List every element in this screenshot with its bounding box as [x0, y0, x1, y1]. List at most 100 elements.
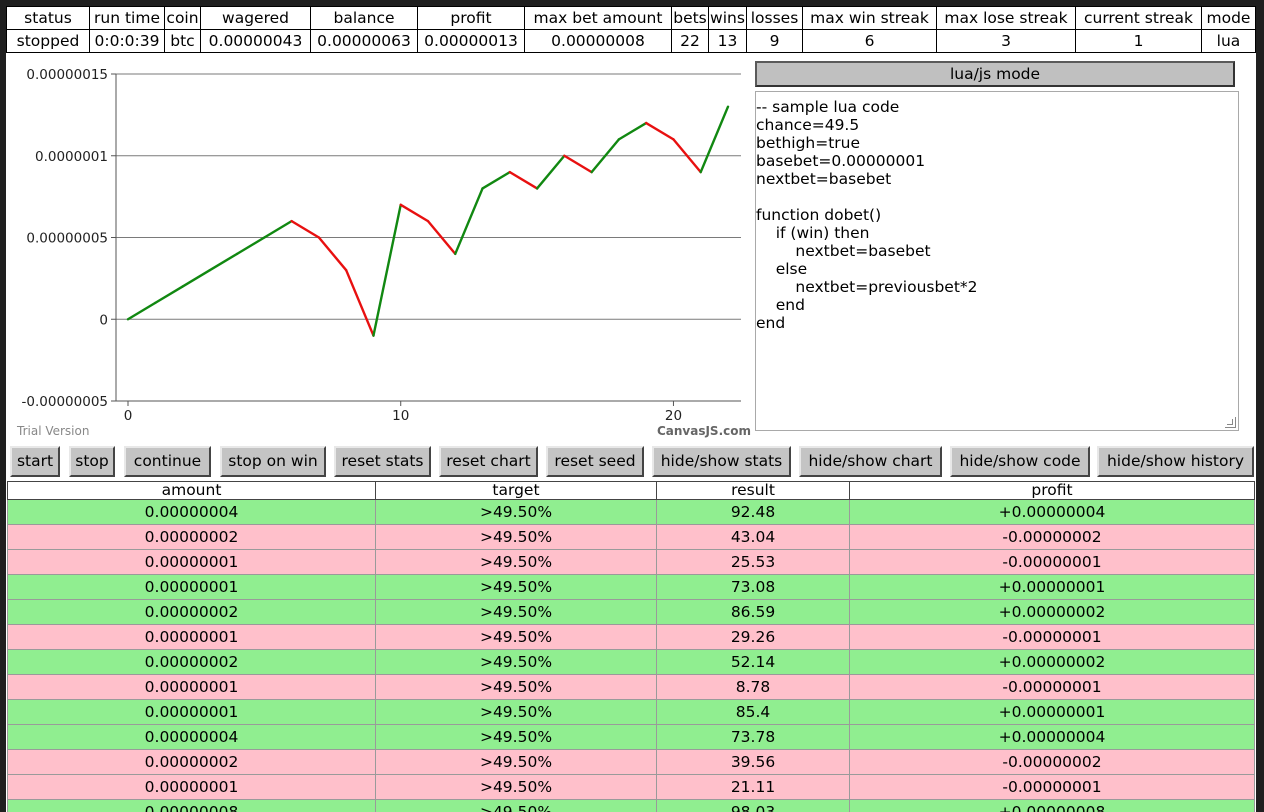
code-editor[interactable]: -- sample lua code chance=49.5 bethigh=t… [755, 91, 1239, 431]
history-cell-result: 29.26 [656, 624, 850, 650]
history-cell-target: >49.50% [375, 624, 657, 650]
stats-max-bet-value: 0.00000008 [524, 29, 672, 53]
history-cell-profit: +0.00000002 [849, 649, 1255, 675]
history-cell-target: >49.50% [375, 674, 657, 700]
chart-line-segment [154, 285, 184, 305]
history-row: 0.00000002 >49.50% 86.59 +0.00000002 [7, 599, 1255, 625]
chart-y-tick-label: 0.0000001 [35, 149, 108, 165]
chart-line-segment [399, 203, 430, 223]
chart-y-tick-label: 0 [99, 312, 108, 328]
history-row: 0.00000004 >49.50% 73.78 +0.00000004 [7, 724, 1255, 750]
stats-header-status: status [6, 6, 90, 30]
stats-header-balance: balance [310, 6, 418, 30]
history-cell-target: >49.50% [375, 774, 657, 800]
reset-stats-button[interactable]: reset stats [334, 446, 431, 477]
history-cell-profit: +0.00000008 [849, 799, 1255, 812]
history-cell-result: 73.78 [656, 724, 850, 750]
stats-wagered-value: 0.00000043 [200, 29, 311, 53]
history-cell-amount: 0.00000001 [7, 774, 376, 800]
history-cell-profit: -0.00000001 [849, 624, 1255, 650]
stats-header-profit: profit [417, 6, 525, 30]
history-cell-amount: 0.00000004 [7, 724, 376, 750]
stats-value-row: stopped 0:0:0:39 btc 0.00000043 0.000000… [6, 29, 1256, 53]
history-cell-target: >49.50% [375, 799, 657, 812]
hide-show-code-button[interactable]: hide/show code [950, 446, 1090, 477]
history-cell-result: 92.48 [656, 499, 850, 525]
stats-header-run-time: run time [89, 6, 165, 30]
history-row: 0.00000004 >49.50% 92.48 +0.00000004 [7, 499, 1255, 525]
dice-bot-app: status run time coin wagered balance pro… [6, 6, 1256, 812]
history-header-row: amount target result profit [7, 481, 1255, 500]
stats-losses-value: 9 [746, 29, 803, 53]
stats-max-lose-streak-value: 3 [936, 29, 1076, 53]
history-cell-amount: 0.00000001 [7, 574, 376, 600]
resize-grip-icon[interactable] [1225, 417, 1236, 428]
stop-button[interactable]: stop [69, 446, 115, 477]
chart-line-segment [290, 219, 321, 239]
history-cell-amount: 0.00000008 [7, 799, 376, 812]
stats-table: status run time coin wagered balance pro… [6, 6, 1256, 53]
history-header-result: result [656, 481, 850, 500]
stats-header-bets: bets [671, 6, 709, 30]
profit-chart: -0.00000005 0 0.00000005 0.0000001 0.0000001… [16, 67, 751, 438]
history-cell-result: 43.04 [656, 524, 850, 550]
stats-header-losses: losses [746, 6, 803, 30]
chart-line-segment [699, 105, 730, 174]
stop-on-win-button[interactable]: stop on win [220, 446, 326, 477]
history-row: 0.00000001 >49.50% 8.78 -0.00000001 [7, 674, 1255, 700]
history-row: 0.00000008 >49.50% 98.03 +0.00000008 [7, 799, 1255, 812]
stats-header-wins: wins [708, 6, 747, 30]
chart-line-segment [481, 170, 512, 190]
history-cell-amount: 0.00000001 [7, 624, 376, 650]
history-cell-amount: 0.00000002 [7, 649, 376, 675]
stats-header-row: status run time coin wagered balance pro… [6, 6, 1256, 30]
history-row: 0.00000002 >49.50% 43.04 -0.00000002 [7, 524, 1255, 550]
history-cell-profit: -0.00000001 [849, 549, 1255, 575]
history-cell-target: >49.50% [375, 699, 657, 725]
stats-status-value: stopped [6, 29, 90, 53]
reset-seed-button[interactable]: reset seed [546, 446, 644, 477]
history-row: 0.00000001 >49.50% 85.4 +0.00000001 [7, 699, 1255, 725]
stats-header-max-lose-streak: max lose streak [936, 6, 1076, 30]
history-cell-result: 39.56 [656, 749, 850, 775]
chart-x-tick-label: 10 [392, 408, 409, 424]
stats-wins-value: 13 [708, 29, 747, 53]
continue-button[interactable]: continue [124, 446, 211, 477]
chart-canvasjs-watermark: CanvasJS.com [657, 424, 751, 438]
bet-history-table: amount target result profit 0.00000004 >4… [7, 481, 1255, 812]
history-cell-target: >49.50% [375, 599, 657, 625]
hide-show-stats-button[interactable]: hide/show stats [652, 446, 791, 477]
chart-line-segment [372, 203, 402, 337]
lua-js-mode-button[interactable]: lua/js mode [755, 61, 1235, 87]
chart-y-tick-label: -0.00000005 [22, 394, 108, 410]
history-cell-result: 73.08 [656, 574, 850, 600]
history-header-amount: amount [7, 481, 376, 500]
hide-show-history-button[interactable]: hide/show history [1097, 446, 1254, 477]
history-cell-profit: -0.00000002 [849, 524, 1255, 550]
stats-header-mode: mode [1201, 6, 1256, 30]
history-cell-target: >49.50% [375, 524, 657, 550]
history-cell-target: >49.50% [375, 549, 657, 575]
chart-x-tick-label: 0 [124, 408, 133, 424]
history-cell-result: 21.11 [656, 774, 850, 800]
stats-header-coin: coin [164, 6, 201, 30]
chart-trial-watermark: Trial Version [16, 424, 89, 438]
stats-balance-value: 0.00000063 [310, 29, 418, 53]
history-cell-profit: +0.00000002 [849, 599, 1255, 625]
history-row: 0.00000001 >49.50% 29.26 -0.00000001 [7, 624, 1255, 650]
chart-line-segment [235, 236, 266, 256]
stats-header-wagered: wagered [200, 6, 311, 30]
stats-bets-value: 22 [671, 29, 709, 53]
start-button[interactable]: start [10, 446, 60, 477]
history-row: 0.00000001 >49.50% 73.08 +0.00000001 [7, 574, 1255, 600]
history-cell-profit: -0.00000001 [849, 674, 1255, 700]
hide-show-chart-button[interactable]: hide/show chart [799, 446, 942, 477]
history-cell-result: 85.4 [656, 699, 850, 725]
chart-line-segment [344, 268, 375, 337]
history-cell-amount: 0.00000002 [7, 599, 376, 625]
reset-chart-button[interactable]: reset chart [439, 446, 538, 477]
chart-line-segment [208, 252, 239, 272]
history-cell-target: >49.50% [375, 574, 657, 600]
history-cell-amount: 0.00000004 [7, 499, 376, 525]
code-text: -- sample lua code chance=49.5 bethigh=t… [756, 98, 978, 332]
